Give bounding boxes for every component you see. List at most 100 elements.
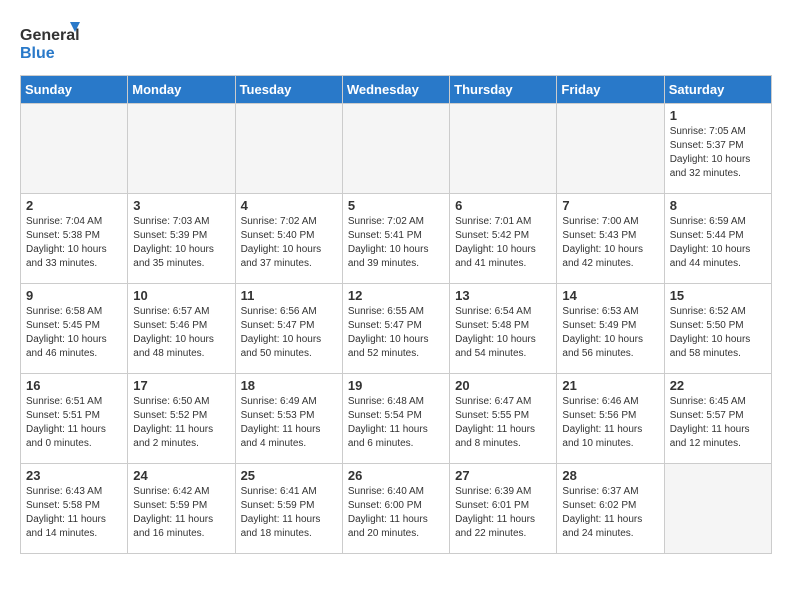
svg-text:General: General xyxy=(20,27,80,44)
day-info: Sunrise: 6:46 AM Sunset: 5:56 PM Dayligh… xyxy=(562,395,658,451)
day-number: 22 xyxy=(670,378,766,393)
calendar-cell xyxy=(664,464,771,554)
day-info: Sunrise: 6:41 AM Sunset: 5:59 PM Dayligh… xyxy=(241,485,337,541)
day-number: 7 xyxy=(562,198,658,213)
calendar-cell: 24 Sunrise: 6:42 AM Sunset: 5:59 PM Dayli… xyxy=(128,464,235,554)
weekday-header: Sunday xyxy=(21,76,128,104)
day-number: 28 xyxy=(562,468,658,483)
calendar-table: SundayMondayTuesdayWednesdayThursdayFrid… xyxy=(20,75,772,554)
calendar-cell: 6 Sunrise: 7:01 AM Sunset: 5:42 PM Daylig… xyxy=(450,194,557,284)
svg-text:Blue: Blue xyxy=(20,45,55,62)
calendar-cell: 2 Sunrise: 7:04 AM Sunset: 5:38 PM Daylig… xyxy=(21,194,128,284)
calendar-header-row: SundayMondayTuesdayWednesdayThursdayFrid… xyxy=(21,76,772,104)
day-info: Sunrise: 6:56 AM Sunset: 5:47 PM Dayligh… xyxy=(241,305,337,361)
day-number: 2 xyxy=(26,198,122,213)
day-number: 11 xyxy=(241,288,337,303)
weekday-header: Friday xyxy=(557,76,664,104)
day-number: 19 xyxy=(348,378,444,393)
day-info: Sunrise: 6:47 AM Sunset: 5:55 PM Dayligh… xyxy=(455,395,551,451)
day-number: 9 xyxy=(26,288,122,303)
day-info: Sunrise: 7:03 AM Sunset: 5:39 PM Dayligh… xyxy=(133,215,229,271)
day-info: Sunrise: 7:02 AM Sunset: 5:40 PM Dayligh… xyxy=(241,215,337,271)
calendar-cell: 5 Sunrise: 7:02 AM Sunset: 5:41 PM Daylig… xyxy=(342,194,449,284)
day-info: Sunrise: 6:48 AM Sunset: 5:54 PM Dayligh… xyxy=(348,395,444,451)
day-number: 27 xyxy=(455,468,551,483)
day-info: Sunrise: 6:53 AM Sunset: 5:49 PM Dayligh… xyxy=(562,305,658,361)
calendar-week-row: 16Sunrise: 6:51 AM Sunset: 5:51 PM Dayli… xyxy=(21,374,772,464)
day-number: 1 xyxy=(670,108,766,123)
day-number: 15 xyxy=(670,288,766,303)
day-number: 3 xyxy=(133,198,229,213)
calendar-cell xyxy=(128,104,235,194)
day-number: 20 xyxy=(455,378,551,393)
calendar-cell: 9 Sunrise: 6:58 AM Sunset: 5:45 PM Daylig… xyxy=(21,284,128,374)
day-info: Sunrise: 7:02 AM Sunset: 5:41 PM Dayligh… xyxy=(348,215,444,271)
calendar-cell: 7 Sunrise: 7:00 AM Sunset: 5:43 PM Daylig… xyxy=(557,194,664,284)
calendar-cell xyxy=(235,104,342,194)
day-number: 5 xyxy=(348,198,444,213)
weekday-header: Saturday xyxy=(664,76,771,104)
logo: GeneralBlue xyxy=(20,20,80,65)
calendar-cell: 22 Sunrise: 6:45 AM Sunset: 5:57 PM Dayli… xyxy=(664,374,771,464)
day-info: Sunrise: 6:52 AM Sunset: 5:50 PM Dayligh… xyxy=(670,305,766,361)
calendar-week-row: 23 Sunrise: 6:43 AM Sunset: 5:58 PM Dayli… xyxy=(21,464,772,554)
day-number: 25 xyxy=(241,468,337,483)
calendar-cell: 12 Sunrise: 6:55 AM Sunset: 5:47 PM Dayli… xyxy=(342,284,449,374)
calendar-cell: 21Sunrise: 6:46 AM Sunset: 5:56 PM Dayli… xyxy=(557,374,664,464)
day-info: Sunrise: 6:55 AM Sunset: 5:47 PM Dayligh… xyxy=(348,305,444,361)
day-info: Sunrise: 6:42 AM Sunset: 5:59 PM Dayligh… xyxy=(133,485,229,541)
calendar-cell xyxy=(21,104,128,194)
calendar-cell xyxy=(342,104,449,194)
calendar-cell: 4 Sunrise: 7:02 AM Sunset: 5:40 PM Daylig… xyxy=(235,194,342,284)
page-header: GeneralBlue xyxy=(20,20,772,65)
day-info: Sunrise: 7:04 AM Sunset: 5:38 PM Dayligh… xyxy=(26,215,122,271)
calendar-cell: 28 Sunrise: 6:37 AM Sunset: 6:02 PM Dayli… xyxy=(557,464,664,554)
day-number: 4 xyxy=(241,198,337,213)
day-number: 23 xyxy=(26,468,122,483)
calendar-cell: 27 Sunrise: 6:39 AM Sunset: 6:01 PM Dayli… xyxy=(450,464,557,554)
day-info: Sunrise: 6:43 AM Sunset: 5:58 PM Dayligh… xyxy=(26,485,122,541)
day-info: Sunrise: 6:59 AM Sunset: 5:44 PM Dayligh… xyxy=(670,215,766,271)
weekday-header: Monday xyxy=(128,76,235,104)
day-info: Sunrise: 7:05 AM Sunset: 5:37 PM Dayligh… xyxy=(670,125,766,181)
calendar-week-row: 1 Sunrise: 7:05 AM Sunset: 5:37 PM Daylig… xyxy=(21,104,772,194)
day-info: Sunrise: 6:50 AM Sunset: 5:52 PM Dayligh… xyxy=(133,395,229,451)
calendar-cell: 16Sunrise: 6:51 AM Sunset: 5:51 PM Dayli… xyxy=(21,374,128,464)
day-info: Sunrise: 6:40 AM Sunset: 6:00 PM Dayligh… xyxy=(348,485,444,541)
calendar-cell: 25 Sunrise: 6:41 AM Sunset: 5:59 PM Dayli… xyxy=(235,464,342,554)
calendar-cell: 14 Sunrise: 6:53 AM Sunset: 5:49 PM Dayli… xyxy=(557,284,664,374)
calendar-cell: 8 Sunrise: 6:59 AM Sunset: 5:44 PM Daylig… xyxy=(664,194,771,284)
day-info: Sunrise: 6:54 AM Sunset: 5:48 PM Dayligh… xyxy=(455,305,551,361)
day-number: 16 xyxy=(26,378,122,393)
calendar-cell: 17 Sunrise: 6:50 AM Sunset: 5:52 PM Dayli… xyxy=(128,374,235,464)
calendar-cell: 13Sunrise: 6:54 AM Sunset: 5:48 PM Dayli… xyxy=(450,284,557,374)
calendar-cell: 11 Sunrise: 6:56 AM Sunset: 5:47 PM Dayli… xyxy=(235,284,342,374)
day-info: Sunrise: 6:37 AM Sunset: 6:02 PM Dayligh… xyxy=(562,485,658,541)
day-info: Sunrise: 6:45 AM Sunset: 5:57 PM Dayligh… xyxy=(670,395,766,451)
day-number: 6 xyxy=(455,198,551,213)
calendar-cell xyxy=(557,104,664,194)
calendar-cell: 26Sunrise: 6:40 AM Sunset: 6:00 PM Dayli… xyxy=(342,464,449,554)
day-number: 24 xyxy=(133,468,229,483)
weekday-header: Thursday xyxy=(450,76,557,104)
day-info: Sunrise: 7:01 AM Sunset: 5:42 PM Dayligh… xyxy=(455,215,551,271)
calendar-cell: 1 Sunrise: 7:05 AM Sunset: 5:37 PM Daylig… xyxy=(664,104,771,194)
weekday-header: Wednesday xyxy=(342,76,449,104)
calendar-cell xyxy=(450,104,557,194)
day-number: 18 xyxy=(241,378,337,393)
day-number: 8 xyxy=(670,198,766,213)
calendar-cell: 20 Sunrise: 6:47 AM Sunset: 5:55 PM Dayli… xyxy=(450,374,557,464)
day-info: Sunrise: 6:49 AM Sunset: 5:53 PM Dayligh… xyxy=(241,395,337,451)
day-info: Sunrise: 7:00 AM Sunset: 5:43 PM Dayligh… xyxy=(562,215,658,271)
day-number: 14 xyxy=(562,288,658,303)
calendar-cell: 19 Sunrise: 6:48 AM Sunset: 5:54 PM Dayli… xyxy=(342,374,449,464)
day-info: Sunrise: 6:39 AM Sunset: 6:01 PM Dayligh… xyxy=(455,485,551,541)
calendar-week-row: 2 Sunrise: 7:04 AM Sunset: 5:38 PM Daylig… xyxy=(21,194,772,284)
day-info: Sunrise: 6:58 AM Sunset: 5:45 PM Dayligh… xyxy=(26,305,122,361)
day-number: 12 xyxy=(348,288,444,303)
day-number: 17 xyxy=(133,378,229,393)
weekday-header: Tuesday xyxy=(235,76,342,104)
day-info: Sunrise: 6:57 AM Sunset: 5:46 PM Dayligh… xyxy=(133,305,229,361)
calendar-week-row: 9 Sunrise: 6:58 AM Sunset: 5:45 PM Daylig… xyxy=(21,284,772,374)
calendar-cell: 23 Sunrise: 6:43 AM Sunset: 5:58 PM Dayli… xyxy=(21,464,128,554)
